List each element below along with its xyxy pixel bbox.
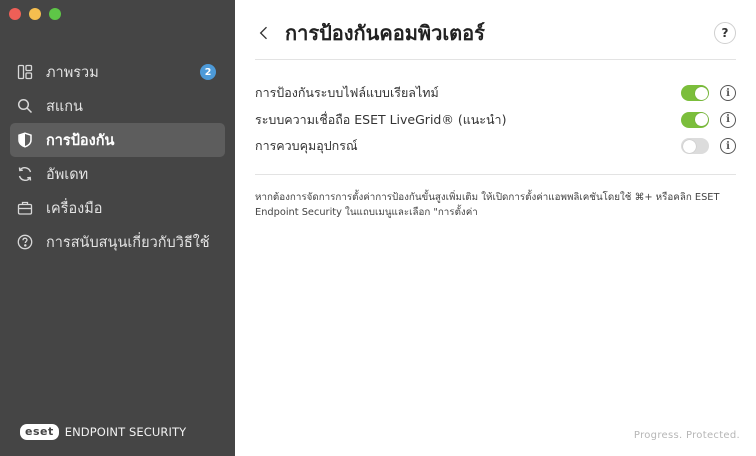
livegrid-toggle[interactable] bbox=[681, 111, 709, 128]
settings-divider bbox=[255, 174, 736, 175]
eset-brand: eset ENDPOINT SECURITY bbox=[20, 424, 186, 440]
sidebar-item-label: การสนับสนุนเกี่ยวกับวิธีใช้ bbox=[46, 234, 210, 251]
eset-logo: eset bbox=[20, 424, 59, 440]
realtime-protection-toggle[interactable] bbox=[681, 85, 709, 101]
overview-icon bbox=[16, 63, 34, 81]
header-divider bbox=[255, 59, 736, 60]
product-name: ENDPOINT SECURITY bbox=[64, 425, 187, 439]
setting-label: การป้องกันระบบไฟล์แบบเรียลไทม์ bbox=[255, 85, 439, 101]
window-controls bbox=[9, 8, 61, 20]
sidebar-item-label: เครื่องมือ bbox=[46, 200, 103, 217]
protection-settings: การป้องกันระบบไฟล์แบบเรียลไทม์ i ระบบควา… bbox=[255, 80, 736, 160]
sidebar-item-label: สแกน bbox=[46, 98, 83, 115]
setting-row: การป้องกันระบบไฟล์แบบเรียลไทม์ i bbox=[255, 80, 736, 107]
sidebar-item-help[interactable]: การสนับสนุนเกี่ยวกับวิธีใช้ bbox=[10, 225, 225, 259]
close-window-button[interactable] bbox=[9, 8, 21, 20]
help-circle-icon bbox=[16, 233, 34, 251]
sidebar-item-protection[interactable]: การป้องกัน bbox=[10, 123, 225, 157]
info-icon[interactable]: i bbox=[720, 111, 736, 128]
page-title: การป้องกันคอมพิวเตอร์ bbox=[285, 21, 485, 45]
minimize-window-button[interactable] bbox=[29, 8, 41, 20]
setting-label: ระบบความเชื่อถือ ESET LiveGrid® (แนะนำ) bbox=[255, 111, 507, 127]
chevron-left-icon bbox=[259, 26, 267, 40]
advanced-settings-hint: หากต้องการจัดการการตั้งค่าการป้องกันขั้น… bbox=[255, 192, 720, 218]
zoom-window-button[interactable] bbox=[49, 8, 61, 20]
sidebar-item-label: อัพเดท bbox=[46, 166, 89, 183]
sidebar-item-scan[interactable]: สแกน bbox=[10, 89, 225, 123]
sidebar: ภาพรวม 2 สแกน การป้องกัน อัพเดท เครื่องม… bbox=[0, 0, 235, 456]
info-icon[interactable]: i bbox=[720, 85, 736, 101]
setting-row: การควบคุมอุปกรณ์ i bbox=[255, 133, 736, 160]
sidebar-item-label: ภาพรวม bbox=[46, 64, 99, 81]
search-icon bbox=[16, 97, 34, 115]
sidebar-item-label: การป้องกัน bbox=[46, 132, 115, 149]
setting-label: การควบคุมอุปกรณ์ bbox=[255, 138, 358, 154]
notification-badge: 2 bbox=[200, 64, 216, 80]
main-panel: การป้องกันคอมพิวเตอร์ ? การป้องกันระบบไฟ… bbox=[235, 0, 756, 456]
tagline: Progress. Protected. bbox=[633, 430, 740, 441]
info-icon[interactable]: i bbox=[720, 138, 736, 154]
update-icon bbox=[16, 165, 34, 183]
device-control-toggle[interactable] bbox=[681, 138, 709, 154]
back-button[interactable] bbox=[255, 24, 273, 42]
shield-icon bbox=[16, 131, 34, 149]
toolbox-icon bbox=[16, 199, 34, 217]
setting-row: ระบบความเชื่อถือ ESET LiveGrid® (แนะนำ) … bbox=[255, 107, 736, 134]
sidebar-item-tools[interactable]: เครื่องมือ bbox=[10, 191, 225, 225]
sidebar-item-overview[interactable]: ภาพรวม 2 bbox=[10, 55, 225, 89]
help-button[interactable]: ? bbox=[714, 22, 736, 44]
sidebar-item-update[interactable]: อัพเดท bbox=[10, 157, 225, 191]
page-header: การป้องกันคอมพิวเตอร์ ? bbox=[255, 16, 736, 50]
sidebar-nav: ภาพรวม 2 สแกน การป้องกัน อัพเดท เครื่องม… bbox=[0, 55, 235, 259]
